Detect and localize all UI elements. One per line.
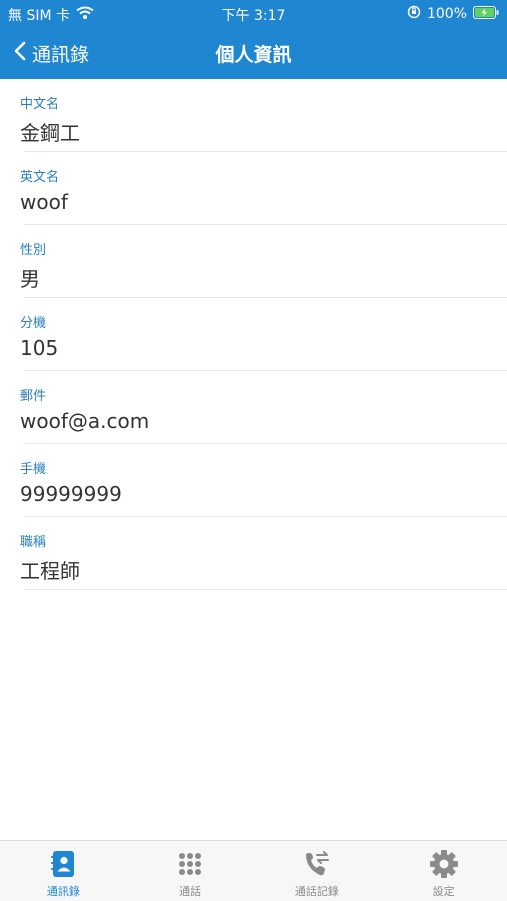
status-bar: 無 SIM 卡 下午 3:17 100% [0,0,507,28]
field-mobile: 手機 99999999 [0,444,507,517]
tab-label: 通訊錄 [46,885,80,898]
tab-call-log[interactable]: 通話記錄 [254,841,381,901]
battery-charging-icon [473,5,499,23]
field-chinese-name: 中文名 金鋼工 [0,79,507,152]
nav-bar: 通訊錄 個人資訊 [0,28,507,79]
field-gender: 性別 男 [0,225,507,298]
contacts-icon [51,851,75,877]
field-label: 分機 [20,316,47,331]
field-value: woof [20,190,68,214]
keypad-icon [179,853,202,875]
field-label: 英文名 [20,170,60,185]
tab-bar: 通訊錄 通話 通話記錄 設定 [0,840,507,901]
tab-label: 通話記錄 [294,885,339,898]
field-value: 105 [20,336,59,360]
battery-percent: 100% [426,6,467,22]
tab-label: 設定 [432,885,455,898]
field-label: 性別 [20,243,47,258]
field-extension: 分機 105 [0,298,507,371]
field-email: 郵件 woof@a.com [0,371,507,444]
field-label: 中文名 [20,97,60,112]
gear-icon [429,850,458,878]
app-header: 無 SIM 卡 下午 3:17 100% 通訊錄 個人資訊 [0,0,507,79]
tab-settings[interactable]: 設定 [380,841,507,901]
field-value: 金鋼工 [20,121,80,145]
field-value: 男 [20,267,40,291]
field-label: 郵件 [20,389,47,404]
divider [24,589,507,590]
call-log-icon [305,851,329,876]
field-value: 99999999 [20,482,122,506]
field-value: woof@a.com [20,409,150,433]
tab-label: 通話 [179,885,202,898]
field-label: 職稱 [20,535,47,550]
orientation-lock-icon [407,5,421,23]
tab-contacts[interactable]: 通訊錄 [0,841,127,901]
status-right: 100% [407,5,499,23]
field-label: 手機 [20,462,47,477]
field-value: 工程師 [20,559,80,583]
field-job-title: 職稱 工程師 [0,517,507,590]
field-english-name: 英文名 woof [0,152,507,225]
page-title: 個人資訊 [215,44,292,66]
tab-keypad[interactable]: 通話 [127,841,254,901]
profile-fields: 中文名 金鋼工 英文名 woof 性別 男 分機 105 郵件 woof@a.c… [0,79,507,590]
